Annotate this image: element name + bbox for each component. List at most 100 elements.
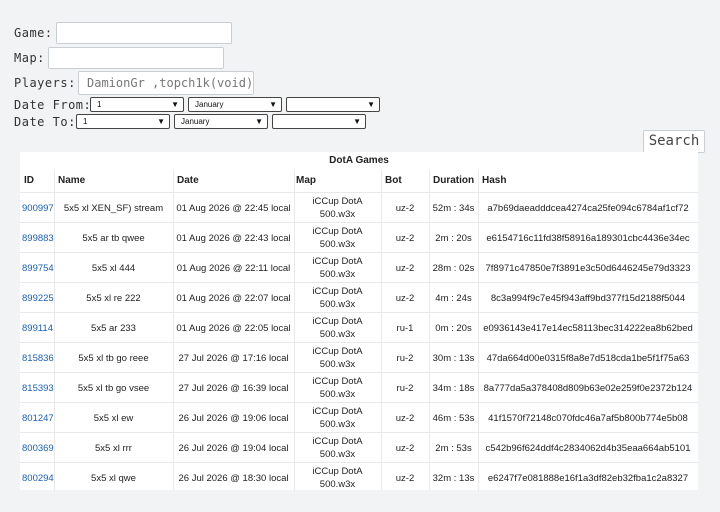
cell-date: 27 Jul 2026 @ 17:16 local [173,343,294,373]
players-input[interactable]: DamionGr ,topch1k(void) [78,71,254,95]
cell-date: 26 Jul 2026 @ 19:04 local [173,433,294,463]
map-input[interactable] [48,47,224,69]
cell-date-text: 27 Jul 2026 @ 17:16 local [178,352,289,364]
chevron-down-icon: ▼ [171,100,179,109]
date-to-month-value: January [181,117,210,126]
chevron-down-icon: ▼ [269,100,277,109]
cell-hash: e6154716c11fd38f58916a189301cbc4436e34ec [478,223,698,253]
cell-duration-text: 2m : 53s [435,442,472,454]
cell-id: 899114 [22,313,54,343]
cell-bot: uz-2 [381,223,429,253]
cell-duration-text: 32m : 13s [432,472,475,484]
game-id-link[interactable]: 815393 [22,383,54,394]
cell-name-text: 5x5 xl XEN_SF) stream [63,202,164,214]
cell-duration-text: 46m : 53s [432,412,475,424]
game-id-link[interactable]: 815836 [22,353,54,364]
table-row: 899114 5x5 ar 233 01 Aug 2026 @ 22:05 loca… [20,312,698,343]
cell-bot-text: ru-1 [396,322,414,334]
cell-map: iCCup DotA 500.w3x [294,253,381,283]
cell-map: iCCup DotA 500.w3x [294,403,381,433]
cell-hash: c542b96f624ddf4c2834062d4b35eaa664ab5101 [478,433,698,463]
table-row: 899754 5x5 xl 444 01 Aug 2026 @ 22:11 loca… [20,252,698,283]
table-row: 801247 5x5 xl ew 26 Jul 2026 @ 19:06 local… [20,402,698,433]
cell-name: 5x5 ar tb qwee [54,223,173,253]
cell-bot-text: uz-2 [395,232,415,244]
cell-date: 01 Aug 2026 @ 22:43 local [173,223,294,253]
date-from-label: Date From: [14,97,92,112]
game-id-link[interactable]: 899114 [22,323,53,334]
cell-duration: 0m : 20s [429,313,478,343]
map-name-line1: iCCup DotA [312,376,363,387]
game-id-link[interactable]: 801247 [22,413,54,424]
cell-duration: 32m : 13s [429,463,478,493]
header-id: ID [24,175,34,186]
game-id-link[interactable]: 899883 [22,233,54,244]
cell-date-text: 26 Jul 2026 @ 19:04 local [178,442,289,454]
cell-bot-text: uz-2 [395,292,415,304]
date-to-month-select[interactable]: January ▼ [174,114,268,129]
cell-name-text: 5x5 ar tb qwee [82,232,145,244]
map-name-line2: 500.w3x [319,479,356,490]
map-name-line2: 500.w3x [319,359,356,370]
date-from-month-value: January [195,100,224,109]
cell-date-text: 01 Aug 2026 @ 22:05 local [176,322,291,334]
date-to-year-select[interactable]: ▼ [272,114,366,129]
cell-bot-text: uz-2 [395,442,415,454]
cell-duration: 4m : 24s [429,283,478,313]
cell-map: iCCup DotA 500.w3x [294,193,381,223]
date-from-month-select[interactable]: January ▼ [188,97,282,112]
cell-duration: 46m : 53s [429,403,478,433]
cell-duration-text: 52m : 34s [432,202,475,214]
map-label: Map: [14,51,45,65]
cell-id: 815393 [22,373,54,403]
header-name: Name [58,175,86,186]
cell-id: 801247 [22,403,54,433]
search-button[interactable]: Search [643,130,705,153]
cell-duration-text: 28m : 02s [432,262,475,274]
cell-bot-text: uz-2 [395,202,415,214]
column-divider [173,170,174,490]
map-name-line2: 500.w3x [319,209,356,220]
column-divider [294,170,295,490]
header-map: Map [296,175,316,186]
game-id-link[interactable]: 900997 [22,203,54,214]
cell-name-text: 5x5 ar 233 [91,322,136,334]
cell-id: 900997 [22,193,54,223]
table-title: DotA Games [329,155,389,166]
map-name-line2: 500.w3x [319,419,356,430]
game-id-link[interactable]: 899225 [22,293,54,304]
cell-date: 01 Aug 2026 @ 22:11 local [173,253,294,283]
cell-hash-text: e6154716c11fd38f58916a189301cbc4436e34ec [486,232,690,244]
date-from-day-select[interactable]: 1 ▼ [90,97,184,112]
cell-duration: 2m : 53s [429,433,478,463]
cell-name-text: 5x5 xl rrr [95,442,132,454]
cell-hash-text: 41f1570f72148c070fdc46a7af5b800b774e5b08 [488,412,688,424]
cell-bot: uz-2 [381,403,429,433]
cell-bot-text: uz-2 [395,412,415,424]
date-from-year-select[interactable]: ▼ [286,97,380,112]
cell-date-text: 01 Aug 2026 @ 22:07 local [176,292,291,304]
game-id-link[interactable]: 800369 [22,443,54,454]
cell-hash: 8a777da5a378408d809b63e02e259f0e2372b124 [478,373,698,403]
cell-map: iCCup DotA 500.w3x [294,313,381,343]
cell-id: 800294 [22,463,54,493]
players-row: Players: DamionGr ,topch1k(void) [14,71,254,95]
cell-hash-text: e6247f7e081888e16f1a3df82eb32fba1c2a8327 [487,472,689,484]
cell-date-text: 26 Jul 2026 @ 19:06 local [178,412,289,424]
cell-duration-text: 0m : 20s [435,322,472,334]
table-row: 899883 5x5 ar tb qwee 01 Aug 2026 @ 22:43 … [20,222,698,253]
cell-hash: e6247f7e081888e16f1a3df82eb32fba1c2a8327 [478,463,698,493]
cell-name-text: 5x5 xl ew [93,412,134,424]
cell-bot: uz-2 [381,463,429,493]
cell-name: 5x5 xl 444 [54,253,173,283]
table-row: 800369 5x5 xl rrr 26 Jul 2026 @ 19:04 loca… [20,432,698,463]
game-id-link[interactable]: 800294 [22,473,54,484]
cell-duration: 30m : 13s [429,343,478,373]
cell-duration: 52m : 34s [429,193,478,223]
cell-hash-text: c542b96f624ddf4c2834062d4b35eaa664ab5101 [485,442,691,454]
cell-name: 5x5 xl qwe [54,463,173,493]
date-to-day-select[interactable]: 1 ▼ [76,114,170,129]
game-input[interactable] [56,22,232,44]
table-row: 815393 5x5 xl tb go vsee 27 Jul 2026 @ 16:… [20,372,698,403]
game-id-link[interactable]: 899754 [22,263,54,274]
